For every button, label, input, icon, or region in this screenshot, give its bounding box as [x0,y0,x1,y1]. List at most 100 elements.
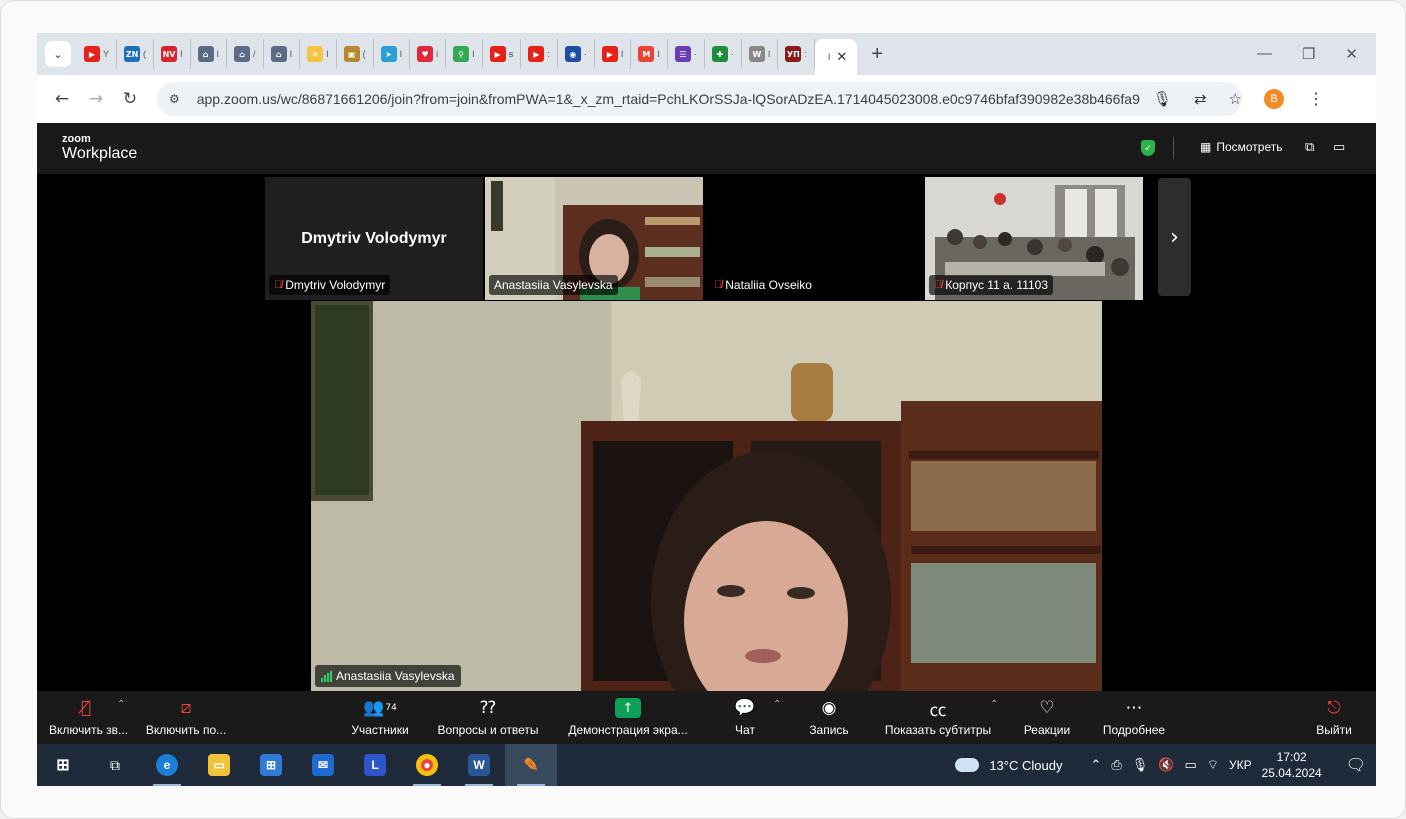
translate-icon[interactable]: ⇄ [1194,90,1207,108]
address-bar[interactable]: ⚙ app.zoom.us/wc/86871661206/join?from=j… [157,82,1242,116]
new-tab-button[interactable]: + [871,43,883,66]
chat-options-chevron-icon[interactable]: ⌃ [773,699,781,710]
tab-title: ( [143,49,147,59]
task-view-icon: ⧉ [110,756,120,773]
participant-tile[interactable]: Dmytriv Volodymyr 🎙̸ Dmytriv Volodymyr [265,177,483,300]
tab-title: : [804,49,807,59]
taskbar-mail[interactable]: ✉ [297,744,349,786]
participant-tile-active[interactable]: Anastasiia Vasylevska [485,177,703,300]
browser-tab[interactable]: ☰ · [668,39,705,69]
browser-menu-icon[interactable]: ⋮ [1308,89,1324,109]
browser-tab[interactable]: ▣( [337,39,374,69]
browser-tab[interactable]: ▶: [521,39,558,69]
forward-icon[interactable]: → [79,89,113,109]
taskbar-word[interactable]: W [453,744,505,786]
next-page-chevron-icon[interactable]: › [1158,178,1191,296]
chat-button[interactable]: 💬 Чат [725,695,765,737]
browser-tab[interactable]: WI [742,39,779,69]
view-button[interactable]: ▦ Посмотреть [1200,140,1283,154]
browser-tab[interactable]: УП: [778,39,815,69]
audio-options-chevron-icon[interactable]: ⌃ [117,699,125,710]
browser-tab[interactable]: ☀ I [300,39,337,69]
participant-name-tag: 🎙̸ Nataliia Ovseiko [709,275,817,295]
popout-icon[interactable]: ▭ [1333,139,1345,155]
encryption-shield-icon[interactable]: ✓ [1141,140,1155,156]
taskbar-lapp[interactable]: L [349,744,401,786]
bookmark-star-icon[interactable]: ☆ [1229,90,1242,108]
close-tab-icon[interactable]: ✕ [836,49,847,65]
captions-icon: ㏄ [929,700,947,721]
taskbar-store[interactable]: ⊞ [245,744,297,786]
battery-icon[interactable]: ▭ [1184,757,1196,773]
close-window-icon[interactable]: ✕ [1345,45,1358,63]
speaker-name: Anastasiia Vasylevska [336,669,455,683]
url-text[interactable]: app.zoom.us/wc/86871661206/join?from=joi… [197,91,1141,107]
back-icon[interactable]: ← [45,89,79,109]
reload-icon[interactable]: ↻ [113,89,147,109]
captions-button[interactable]: ㏄ Показать субтитры [883,695,993,738]
volume-muted-icon[interactable]: 🔇 [1158,757,1174,773]
reactions-button[interactable]: ♡ Реакции [1021,695,1073,737]
browser-tab[interactable]: ⚲ I [446,39,483,69]
participant-tile[interactable]: 🎙̸ Nataliia Ovseiko [705,177,923,300]
browser-tab[interactable]: ◉ · [558,39,595,69]
taskbar-explorer[interactable]: ▭ [193,744,245,786]
active-tab[interactable]: I ✕ [814,39,858,75]
usb-icon[interactable]: ⎙ [1111,757,1121,773]
share-screen-button[interactable]: ↑ Демонстрация экра... [563,695,693,737]
record-button[interactable]: ◉ Запись [803,695,855,737]
youtube-icon: ▶ [528,46,545,62]
tab-title: I [326,49,329,59]
taskbar-chrome[interactable]: ● [401,744,453,786]
weather-text[interactable]: 13°C Cloudy [989,758,1062,773]
profile-avatar[interactable]: B [1264,89,1284,109]
tab-title: I [657,49,660,59]
taskbar-paint[interactable]: ✎ [505,744,557,786]
browser-tab[interactable]: ⌂ I [191,39,228,69]
participants-button[interactable]: 👥 74 Участники [349,695,411,737]
mic-tray-icon[interactable]: 🎙 [1132,757,1149,773]
clock[interactable]: 17:02 25.04.2024 [1262,749,1322,781]
browser-tab[interactable]: ▶ ꞩ [483,39,522,69]
minimize-icon[interactable]: — [1257,45,1272,63]
browser-tab[interactable]: ✚ · [705,39,742,69]
start-button[interactable]: ⊞ [37,744,89,786]
up-icon: УП [785,46,802,62]
wifi-icon[interactable]: ⌔ [1207,757,1219,773]
taskbar-edge[interactable]: e [141,744,193,786]
more-button[interactable]: ⋯ Подробнее [1099,695,1169,737]
window-controls: — ❐ ✕ [1257,45,1358,63]
participant-tile[interactable]: 🎙̸ Корпус 11 а. 11103 [925,177,1143,300]
microphone-icon[interactable]: 🎙 [1153,90,1172,108]
browser-tab[interactable]: ♥ i [410,39,447,69]
tab-list: ▶ Y ZN(NV I ⌂ I ⌂ / ⌂ I ☀ I ▣(➤ I ♥ i ⚲ I ▶ ꞩ ▶: ◉ · ▶ I M I ☰ · ✚ · W I… [77,39,815,69]
leave-button[interactable]: ⎋ Выйти [1313,695,1355,737]
browser-tab[interactable]: NV I [154,39,191,69]
browser-tab[interactable]: ➤ I [374,39,411,69]
tab-search-button[interactable]: ⌄ [45,41,71,67]
tray-chevron-icon[interactable]: ⌃ [1090,757,1101,773]
tab-title: ꞩ [508,48,514,59]
captions-options-chevron-icon[interactable]: ⌃ [990,699,998,710]
unmute-button[interactable]: 🎙̸ Включить зв... [49,695,128,737]
browser-tab[interactable]: ▶ Y [77,39,118,69]
browser-tab[interactable]: ⌂ I [264,39,301,69]
restore-icon[interactable]: ❐ [1302,45,1315,63]
task-view-button[interactable]: ⧉ [89,744,141,786]
youtube-icon: ▶ [84,46,100,62]
browser-tab[interactable]: MI [631,39,668,69]
site-settings-icon[interactable]: ⚙ [169,92,187,106]
gmail-icon: M [638,46,655,62]
ua-icon: ◉ [564,46,581,62]
start-video-label: Включить по... [145,723,227,737]
edge-icon: e [156,754,178,776]
start-video-button[interactable]: ⧄ Включить по... [141,695,231,737]
notifications-icon[interactable]: 🗨 [1346,755,1366,775]
qa-button[interactable]: ⁇ Вопросы и ответы [433,695,543,737]
browser-tab[interactable]: ZN( [117,39,155,69]
browser-tab[interactable]: ▶ I [595,39,632,69]
tab-title: I [472,49,475,59]
browser-tab[interactable]: ⌂ / [227,39,264,69]
pip-icon[interactable]: ⧉ [1305,139,1314,155]
language-indicator[interactable]: УКР [1229,758,1252,772]
